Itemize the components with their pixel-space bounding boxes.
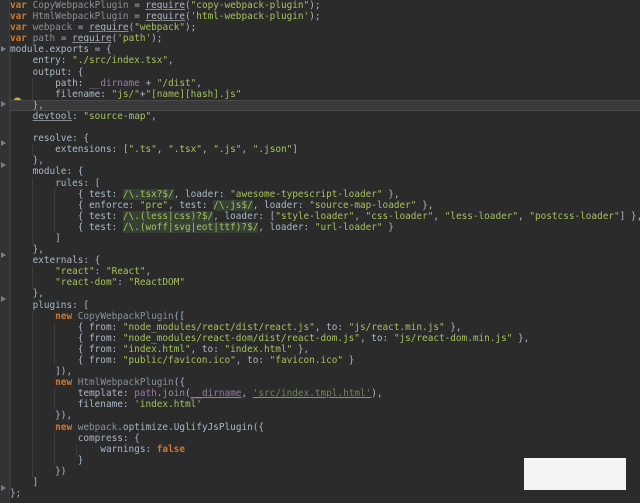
code-line: entry: "./src/index.tsx", bbox=[10, 55, 174, 67]
fold-marker-icon[interactable] bbox=[1, 162, 6, 168]
code-line: externals: { bbox=[10, 255, 101, 267]
code-line bbox=[10, 122, 640, 134]
code-line: { test: /\.tsx?$/, loader: "awesome-type… bbox=[10, 188, 400, 200]
code-line: extensions: [".ts", ".tsx", ".js", ".jso… bbox=[10, 144, 298, 156]
code-line: module: { bbox=[10, 166, 84, 178]
code-line: module.exports = { bbox=[10, 44, 112, 56]
code-line: }, bbox=[10, 288, 44, 300]
code-line: new webpack.optimize.UglifyJsPlugin({ bbox=[10, 421, 640, 433]
code-editor[interactable]: var CopyWebpackPlugin = require("copy-we… bbox=[0, 0, 640, 503]
code-line: var HtmlWebpackPlugin = require('html-we… bbox=[10, 11, 321, 23]
code-line: var path = require('path'); bbox=[10, 33, 163, 45]
editor-gutter[interactable] bbox=[0, 0, 10, 503]
blank-overlay-panel bbox=[524, 458, 626, 490]
code-line: rules: [ bbox=[10, 177, 101, 189]
code-line: new HtmlWebpackPlugin({ bbox=[10, 377, 640, 389]
code-line: resolve: { bbox=[10, 133, 90, 145]
fold-marker-icon[interactable] bbox=[1, 296, 6, 302]
fold-marker-icon[interactable] bbox=[1, 140, 6, 146]
code-line: ] bbox=[10, 232, 61, 245]
code-line: { test: /\.(less|css)?$/, loader: ["styl… bbox=[10, 210, 640, 222]
code-line: ]), bbox=[10, 366, 73, 378]
code-line: { enforce: "pre", test: /\.js$/, loader:… bbox=[10, 199, 434, 211]
fold-marker-icon[interactable] bbox=[1, 485, 6, 491]
code-line: devtool: "source-map", bbox=[10, 110, 640, 123]
code-line: "react": "React", bbox=[10, 266, 640, 278]
code-line: { from: "public/favicon.ico", to: "favic… bbox=[10, 355, 355, 367]
code-line: template: path.join(__dirname, 'src/inde… bbox=[10, 388, 383, 400]
code-line: { test: /\.(woff|svg|eot|ttf)?$/, loader… bbox=[10, 221, 394, 233]
code-line: new CopyWebpackPlugin([ bbox=[10, 310, 640, 322]
code-line: var CopyWebpackPlugin = require("copy-we… bbox=[10, 0, 321, 11]
code-line: path: __dirname + "/dist", bbox=[10, 77, 202, 89]
code-line: "react-dom": "ReactDOM" bbox=[10, 277, 640, 289]
code-line: warnings: false bbox=[10, 443, 185, 455]
code-line-current: }, bbox=[9, 99, 640, 112]
code-line: output: { bbox=[10, 66, 84, 78]
code-line: { from: "index.html", to: "index.html" }… bbox=[10, 343, 310, 355]
code-line: filename: "js/"+"[name][hash].js" bbox=[10, 88, 242, 100]
code-line: }), bbox=[10, 410, 73, 422]
code-line: var webpack = require("webpack"); bbox=[10, 22, 197, 34]
fold-marker-icon[interactable] bbox=[1, 252, 6, 258]
fold-marker-icon[interactable] bbox=[1, 101, 6, 107]
code-line: { from: "node_modules/react-dom/dist/rea… bbox=[10, 332, 530, 344]
code-area[interactable]: var CopyWebpackPlugin = require("copy-we… bbox=[9, 0, 640, 499]
code-line: { from: "node_modules/react/dist/react.j… bbox=[10, 321, 462, 333]
code-line: }, bbox=[10, 244, 44, 256]
code-line: }, bbox=[10, 155, 44, 167]
code-line: filename: 'index.html' bbox=[10, 399, 202, 411]
fold-marker-icon[interactable] bbox=[1, 46, 6, 52]
code-line: compress: { bbox=[10, 432, 140, 444]
code-line: plugins: [ bbox=[10, 299, 90, 311]
